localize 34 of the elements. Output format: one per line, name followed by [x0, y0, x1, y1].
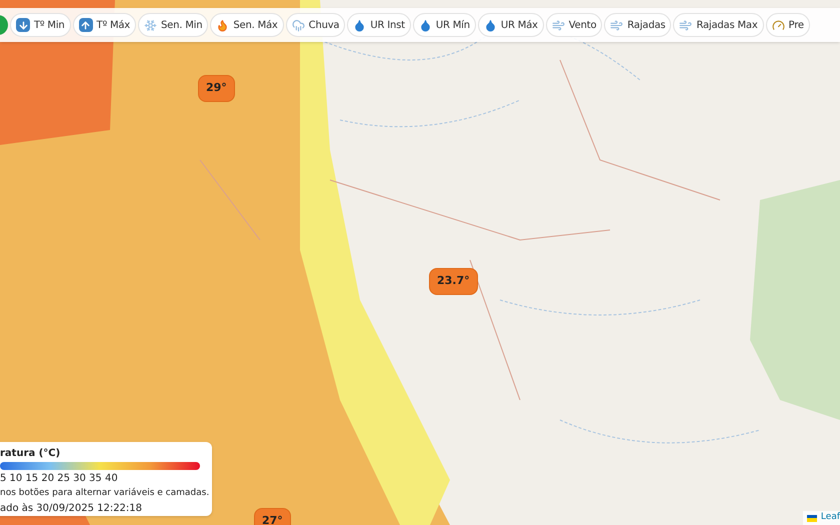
legend-scale: 5 10 15 20 25 30 35 40	[0, 472, 119, 486]
layer-button[interactable]: UR Máx	[478, 13, 544, 37]
layer-button[interactable]: Pre	[766, 13, 810, 37]
temperature-marker[interactable]: 27°	[254, 508, 291, 525]
update-time: ado às 30/09/2025 12:22:18	[0, 502, 144, 516]
arrow-down-icon	[16, 18, 30, 32]
layer-button[interactable]: Sen. Min	[138, 13, 208, 37]
droplet-icon	[484, 18, 497, 32]
layer-button[interactable]: Sen. Máx	[210, 13, 284, 37]
layer-button[interactable]: UR Mín	[412, 13, 476, 37]
temperature-marker[interactable]: 23.7°	[429, 268, 478, 295]
layer-button[interactable]: Rajadas	[604, 13, 672, 37]
arrow-up-icon	[78, 18, 93, 32]
flag-icon	[806, 514, 817, 522]
droplet-icon	[353, 18, 366, 32]
flame-icon	[216, 18, 230, 32]
layer-button[interactable]: UR Inst	[347, 13, 411, 37]
attribution-link[interactable]: Leaf	[820, 511, 840, 525]
layer-button[interactable]: Vento	[546, 13, 602, 37]
wind-icon	[610, 18, 624, 32]
layer-button[interactable]: Tº Máx	[72, 13, 136, 37]
layer-button[interactable]: Tº Min	[10, 13, 71, 37]
temperature-marker[interactable]: 29°	[198, 75, 235, 102]
wind-icon	[679, 18, 692, 32]
layer-button[interactable]: Rajadas Max	[673, 13, 764, 37]
map-drawing[interactable]	[0, 0, 840, 525]
droplet-icon	[418, 18, 432, 32]
layer-button[interactable]: Chuva	[286, 13, 346, 37]
wind-icon	[552, 18, 565, 32]
legend-title: ratura (°C)	[0, 447, 62, 461]
snowflake-icon	[144, 18, 158, 32]
gauge-icon	[772, 18, 785, 32]
legend-hint: nos botões para alternar variáveis e camadas.	[0, 487, 210, 500]
rain-cloud-icon	[292, 18, 305, 32]
